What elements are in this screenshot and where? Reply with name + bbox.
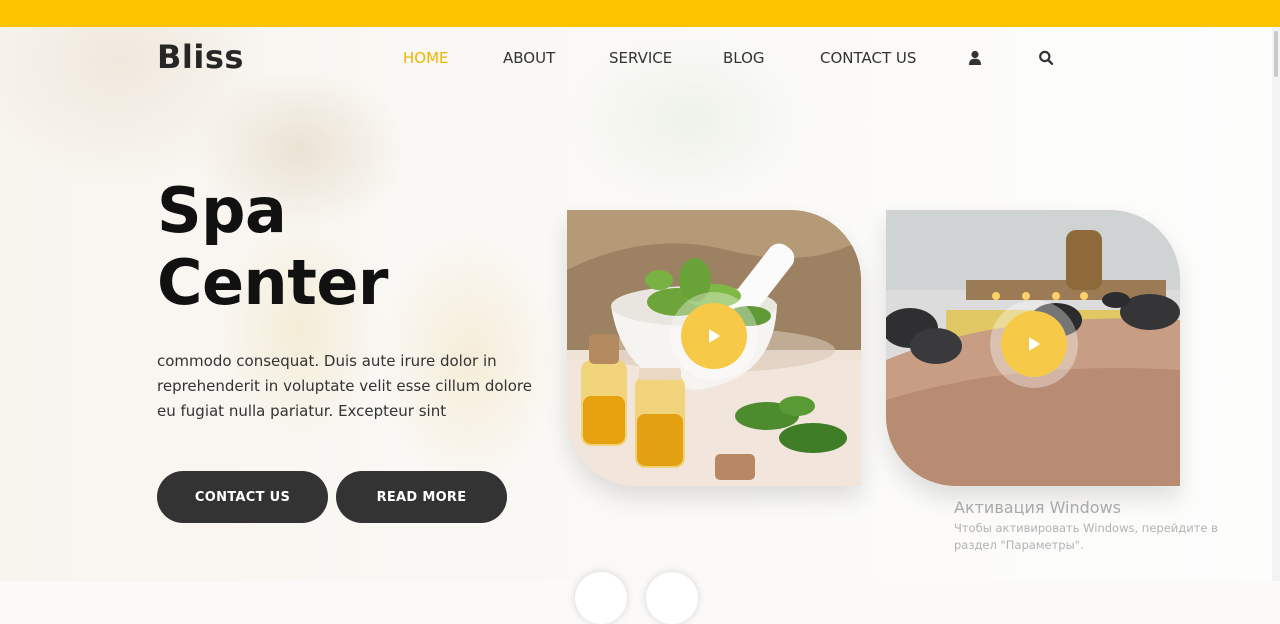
nav-blog[interactable]: BLOG <box>723 49 765 67</box>
play-button-1[interactable] <box>670 292 758 380</box>
hero-title-line1: Spa <box>157 174 287 247</box>
hero-title: Spa Center <box>157 175 388 319</box>
scrollbar-thumb[interactable] <box>1274 31 1278 77</box>
windows-activation-subtitle: Чтобы активировать Windows, перейдите в … <box>954 521 1218 552</box>
user-icon[interactable] <box>967 49 983 67</box>
nav-service[interactable]: SERVICE <box>609 49 672 67</box>
play-icon <box>1029 337 1040 351</box>
play-icon <box>709 329 720 343</box>
hero-description: commodo consequat. Duis aute irure dolor… <box>157 352 532 420</box>
contact-us-button[interactable]: CONTACT US <box>157 471 328 523</box>
search-icon[interactable] <box>1038 49 1054 67</box>
play-button-2[interactable] <box>990 300 1078 388</box>
hero-title-line2: Center <box>157 246 388 319</box>
nav-about[interactable]: ABOUT <box>503 49 555 67</box>
video-card-massage[interactable] <box>886 210 1180 486</box>
page-scrollbar[interactable] <box>1272 27 1280 581</box>
read-more-button[interactable]: READ MORE <box>336 471 507 523</box>
slider-dot-1[interactable] <box>575 572 627 624</box>
top-accent-bar <box>0 0 1280 27</box>
video-card-herbs[interactable] <box>567 210 861 486</box>
windows-activation-title: Активация Windows <box>954 498 1121 517</box>
slider-dot-2[interactable] <box>646 572 698 624</box>
nav-home[interactable]: HOME <box>403 49 449 67</box>
brand-logo[interactable]: Bliss <box>157 38 244 76</box>
nav-contact-us[interactable]: CONTACT US <box>820 49 916 67</box>
